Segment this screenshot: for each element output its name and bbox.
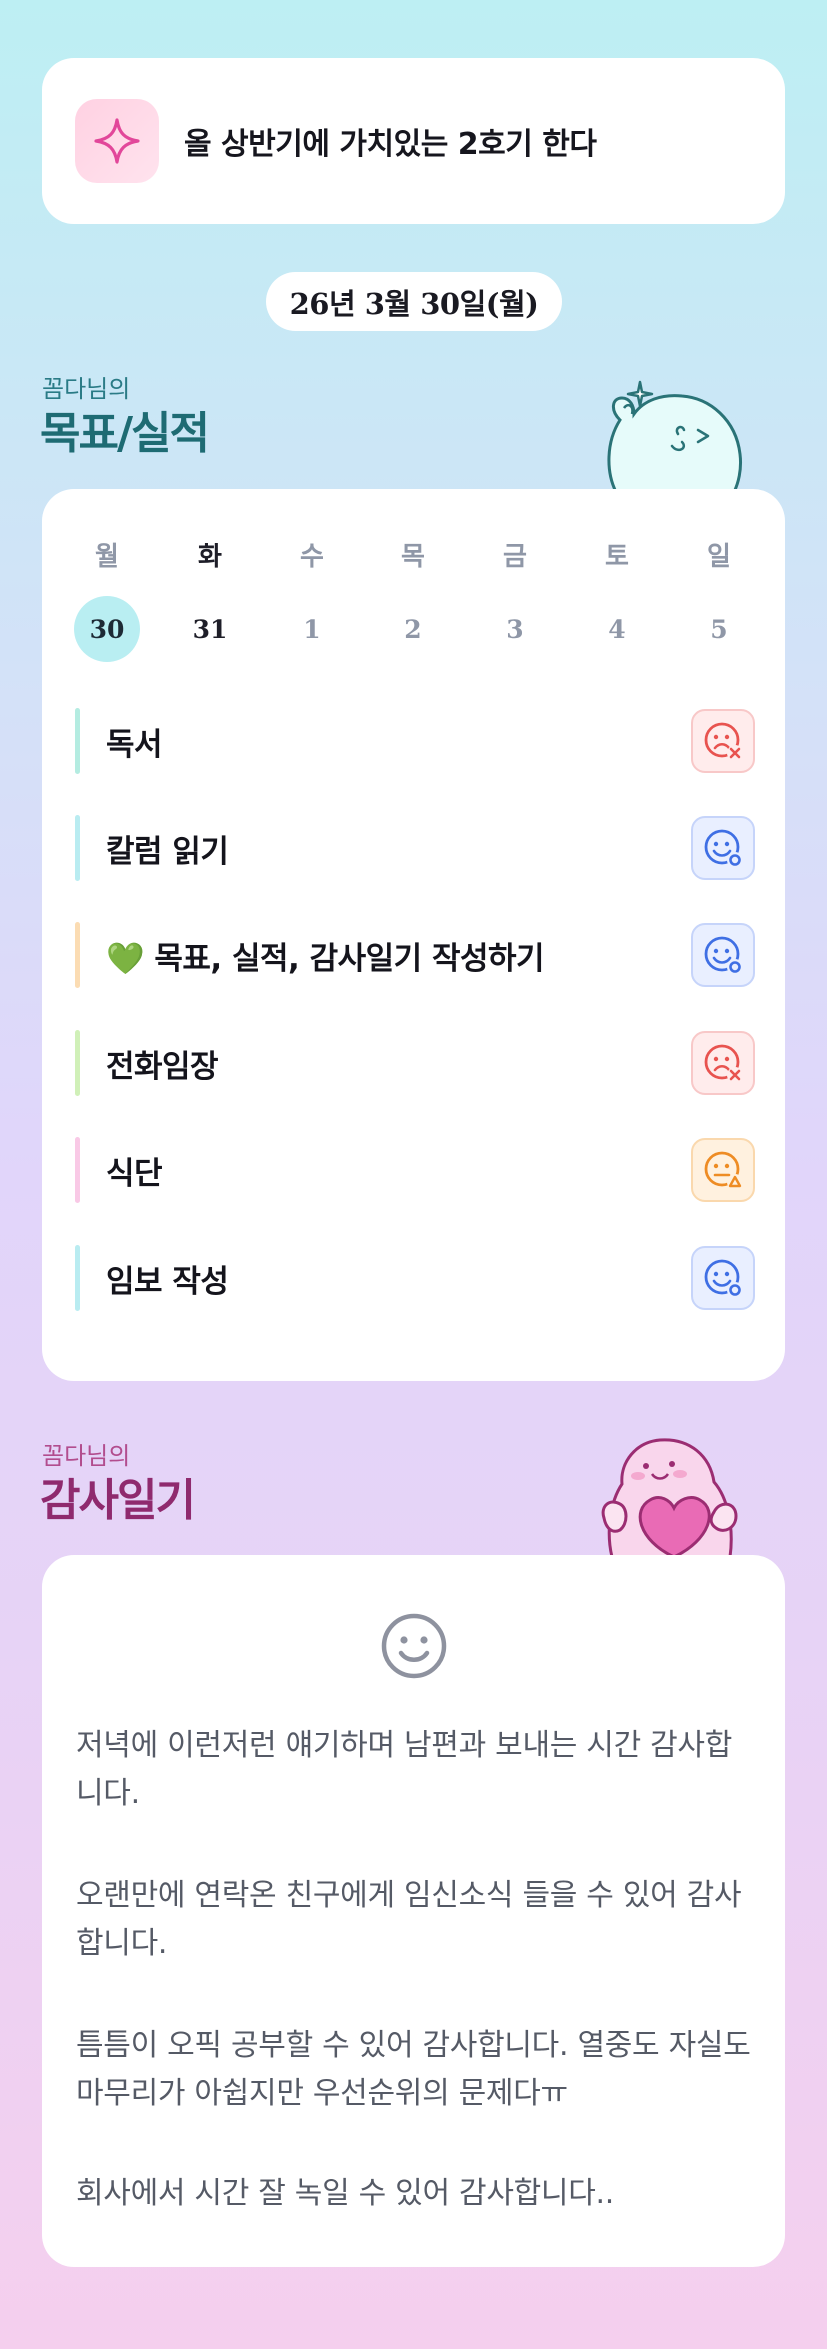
task-color-bar — [75, 1137, 80, 1203]
task-label: 임보 작성 — [106, 1263, 229, 1300]
weekday-label: 토 — [605, 542, 629, 572]
goal-text: 올 상반기에 가치있는 2호기 한다 — [184, 127, 597, 162]
task-row[interactable]: 칼럼 읽기 — [75, 815, 755, 881]
task-row[interactable]: 식단 — [75, 1137, 755, 1203]
happy-face-icon[interactable] — [691, 1246, 755, 1310]
weekday-label: 목 — [401, 542, 425, 572]
task-color-bar — [75, 815, 80, 881]
calendar-day-selected[interactable]: 30 — [74, 596, 140, 662]
weekday-label: 월 — [95, 542, 119, 572]
sad-face-icon[interactable] — [691, 709, 755, 773]
goal-card[interactable]: 올 상반기에 가치있는 2호기 한다 — [42, 58, 785, 224]
calendar-day[interactable]: 1 — [279, 596, 345, 662]
neutral-face-icon[interactable] — [691, 1138, 755, 1202]
gratitude-entry: 저녁에 이런저런 얘기하며 남편과 보내는 시간 감사합니다. — [76, 1728, 733, 1811]
section-title: 목표/실적 — [40, 408, 210, 459]
calendar-day[interactable]: 31 — [177, 596, 243, 662]
task-row[interactable]: 임보 작성 — [75, 1245, 755, 1311]
task-color-bar — [75, 1030, 80, 1096]
happy-face-icon[interactable] — [691, 816, 755, 880]
smile-icon — [381, 1613, 447, 1679]
weekday-label: 수 — [300, 542, 324, 572]
mascot-illustration — [601, 1438, 738, 1557]
calendar-day[interactable]: 2 — [380, 596, 446, 662]
gratitude-entry: 오랜만에 연락온 친구에게 임신소식 들을 수 있어 감사합니다. — [76, 1878, 742, 1961]
task-color-bar — [75, 708, 80, 774]
calendar-day[interactable]: 4 — [584, 596, 650, 662]
gratitude-entry: 회사에서 시간 잘 녹일 수 있어 감사합니다.. — [76, 2176, 614, 2211]
calendar-day[interactable]: 3 — [482, 596, 548, 662]
mascot-illustration — [607, 380, 742, 492]
weekday-label: 화 — [198, 542, 222, 572]
date-selector[interactable]: 26년 3월 30일(월) — [266, 272, 562, 331]
sparkle-icon — [75, 99, 159, 183]
task-label: 전화임장 — [106, 1048, 219, 1085]
task-label: 💚 목표, 실적, 감사일기 작성하기 — [106, 940, 545, 977]
sad-face-icon[interactable] — [691, 1031, 755, 1095]
task-color-bar — [75, 922, 80, 988]
gratitude-entry: 틈틈이 오픽 공부할 수 있어 감사합니다. 열중도 자실도 마무리가 아쉽지만… — [76, 2028, 751, 2111]
task-label: 식단 — [106, 1155, 163, 1192]
task-color-bar — [75, 1245, 80, 1311]
happy-face-icon[interactable] — [691, 923, 755, 987]
task-label: 독서 — [106, 726, 163, 763]
calendar-day[interactable]: 5 — [686, 596, 752, 662]
section-title: 감사일기 — [40, 1475, 196, 1526]
task-row[interactable]: 💚 목표, 실적, 감사일기 작성하기 — [75, 922, 755, 988]
task-row[interactable]: 전화임장 — [75, 1030, 755, 1096]
task-label: 칼럼 읽기 — [106, 833, 229, 870]
weekday-label: 금 — [503, 542, 527, 572]
task-row[interactable]: 독서 — [75, 708, 755, 774]
weekday-label: 일 — [707, 542, 731, 572]
